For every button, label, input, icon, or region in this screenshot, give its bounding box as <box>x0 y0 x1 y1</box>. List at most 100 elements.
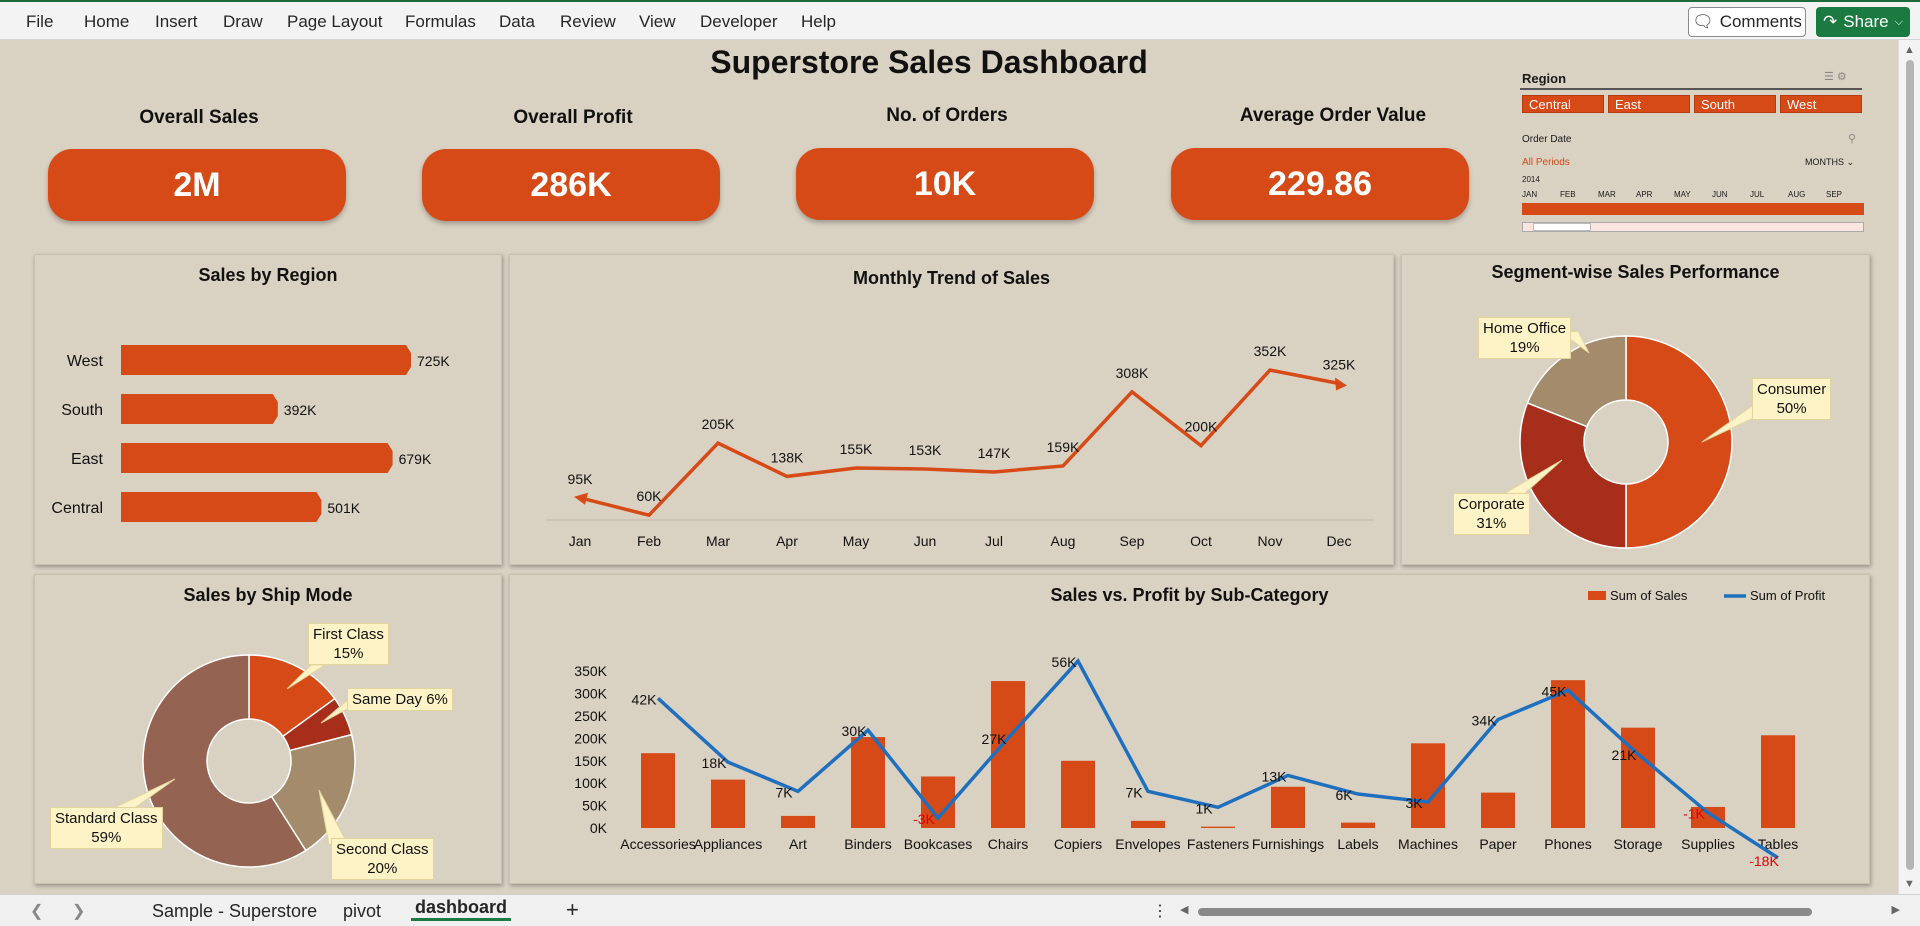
timeline-month: SEP <box>1826 190 1843 199</box>
region-data-label: 392K <box>284 402 317 418</box>
slicer-title: Region <box>1522 71 1567 86</box>
slice-name: Consumer <box>1757 381 1827 398</box>
next-sheet-icon[interactable]: ❯ <box>72 901 85 921</box>
month-tick-label: Jul <box>985 533 1003 549</box>
timeline-selection-bar[interactable] <box>1522 203 1864 215</box>
hscroll-thumb[interactable] <box>1198 908 1812 916</box>
profit-data-label: 56K <box>1052 654 1078 670</box>
clear-filter-icon[interactable]: ⚲ <box>1848 132 1856 145</box>
month-tick-label: Jan <box>569 533 592 549</box>
slice-percent: 15% <box>333 645 364 662</box>
profit-data-label: 7K <box>775 784 793 800</box>
share-icon: ↷ <box>1823 12 1838 31</box>
timeline-scrollbar[interactable] <box>1522 222 1864 232</box>
order-date-timeline: Order Date ⚲ All Periods MONTHS ⌄ 2014 J… <box>1518 130 1864 236</box>
sales-bar <box>781 815 815 828</box>
callout-standard-class: Standard Class 59% <box>50 807 163 849</box>
trend-line <box>579 368 1340 518</box>
kpi-label-orders: No. of Orders <box>886 105 1008 126</box>
sales-bar <box>711 779 745 828</box>
scrollbar-thumb[interactable] <box>1906 60 1914 870</box>
slice-name: Same Day <box>352 691 423 708</box>
sales-bar <box>1061 760 1095 828</box>
share-button[interactable]: ↷ Share ⌵ <box>1816 7 1910 37</box>
add-sheet-icon[interactable]: + <box>566 897 579 923</box>
tab-sample-superstore[interactable]: Sample - Superstore <box>152 901 317 922</box>
month-data-label: 138K <box>771 449 804 465</box>
profit-line <box>656 658 1779 860</box>
timeline-month: JAN <box>1522 190 1538 199</box>
timeline-month: MAR <box>1598 190 1616 199</box>
slice-name: Corporate <box>1458 496 1525 513</box>
slicer-option-west[interactable]: West <box>1780 95 1862 113</box>
slicer-option-south[interactable]: South <box>1694 95 1776 113</box>
month-tick-label: Aug <box>1051 533 1076 549</box>
multi-select-icon[interactable]: ☰ ⚙ <box>1824 70 1847 83</box>
profit-data-label: 3K <box>1405 795 1423 811</box>
scroll-up-icon[interactable]: ▲ <box>1904 44 1915 56</box>
menu-review[interactable]: Review <box>560 12 616 32</box>
sales-bar <box>1341 822 1375 828</box>
subcategory-tick-label: Chairs <box>988 836 1028 852</box>
month-data-label: 159K <box>1047 439 1080 455</box>
subcategory-tick-label: Bookcases <box>904 836 972 852</box>
month-tick-label: Feb <box>637 533 661 549</box>
menu-developer[interactable]: Developer <box>700 12 778 32</box>
y-tick-label: 250K <box>574 708 607 724</box>
slicer-option-central[interactable]: Central <box>1522 95 1604 113</box>
profit-data-label: -18K <box>1749 853 1779 869</box>
y-tick-label: 350K <box>574 663 607 679</box>
slicer-option-east[interactable]: East <box>1608 95 1690 113</box>
timeline-month: JUL <box>1750 190 1765 199</box>
slice-percent: 50% <box>1776 400 1807 417</box>
kpi-overall-sales: 2M <box>48 149 346 221</box>
month-data-label: 200K <box>1185 419 1218 435</box>
menu-insert[interactable]: Insert <box>155 12 198 32</box>
kpi-overall-profit: 286K <box>422 149 720 221</box>
timeline-title: Order Date <box>1522 134 1572 145</box>
profit-data-label: 7K <box>1125 784 1143 800</box>
sales-bar <box>1481 792 1515 828</box>
panel-ship-mode: Sales by Ship Mode First Class 15% Same D… <box>34 574 502 884</box>
timeline-unit-dropdown[interactable]: MONTHS ⌄ <box>1805 157 1854 168</box>
timeline-scroll-thumb[interactable] <box>1533 223 1591 231</box>
menu-file[interactable]: File <box>26 12 53 32</box>
profit-data-label: 34K <box>1472 713 1498 729</box>
menu-page-layout[interactable]: Page Layout <box>287 12 382 32</box>
region-data-label: 725K <box>417 353 450 369</box>
menu-help[interactable]: Help <box>801 12 836 32</box>
prev-sheet-icon[interactable]: ❮ <box>30 901 43 921</box>
subcategory-tick-label: Copiers <box>1054 836 1102 852</box>
profit-data-label: 6K <box>1335 787 1353 803</box>
scroll-down-icon[interactable]: ▼ <box>1904 878 1915 890</box>
kpi-label-overall-sales: Overall Sales <box>139 107 259 128</box>
vertical-scrollbar[interactable]: ▲ ▼ <box>1898 40 1920 894</box>
tab-dashboard[interactable]: dashboard <box>411 897 512 921</box>
region-bar <box>121 345 411 375</box>
timeline-month: FEB <box>1560 190 1576 199</box>
more-options-icon[interactable]: ⋮ <box>1152 901 1168 921</box>
panel-segment-sales: Segment-wise Sales Performance Home Offi… <box>1401 254 1870 565</box>
comments-button[interactable]: 🗨 Comments <box>1688 7 1806 37</box>
horizontal-scrollbar[interactable]: ◀ ▶ <box>1180 903 1900 917</box>
region-category-label: West <box>67 353 104 370</box>
menu-home[interactable]: Home <box>84 12 129 32</box>
menu-draw[interactable]: Draw <box>223 12 263 32</box>
kpi-label-overall-profit: Overall Profit <box>513 107 633 128</box>
callout-corporate: Corporate 31% <box>1453 493 1530 535</box>
scroll-right-icon[interactable]: ▶ <box>1892 903 1900 916</box>
month-data-label: 325K <box>1323 356 1356 372</box>
tab-pivot[interactable]: pivot <box>343 901 381 922</box>
region-bar <box>121 394 278 424</box>
profit-data-label: 45K <box>1542 683 1568 699</box>
menu-view[interactable]: View <box>639 12 676 32</box>
scroll-left-icon[interactable]: ◀ <box>1180 903 1188 916</box>
slice-name: Home Office <box>1483 320 1567 337</box>
menu-data[interactable]: Data <box>499 12 535 32</box>
y-tick-label: 150K <box>574 753 607 769</box>
menu-formulas[interactable]: Formulas <box>405 12 476 32</box>
subcategory-tick-label: Furnishings <box>1252 836 1324 852</box>
month-data-label: 60K <box>637 488 663 504</box>
slicer-divider <box>1520 88 1862 90</box>
sales-bar <box>1761 735 1795 828</box>
